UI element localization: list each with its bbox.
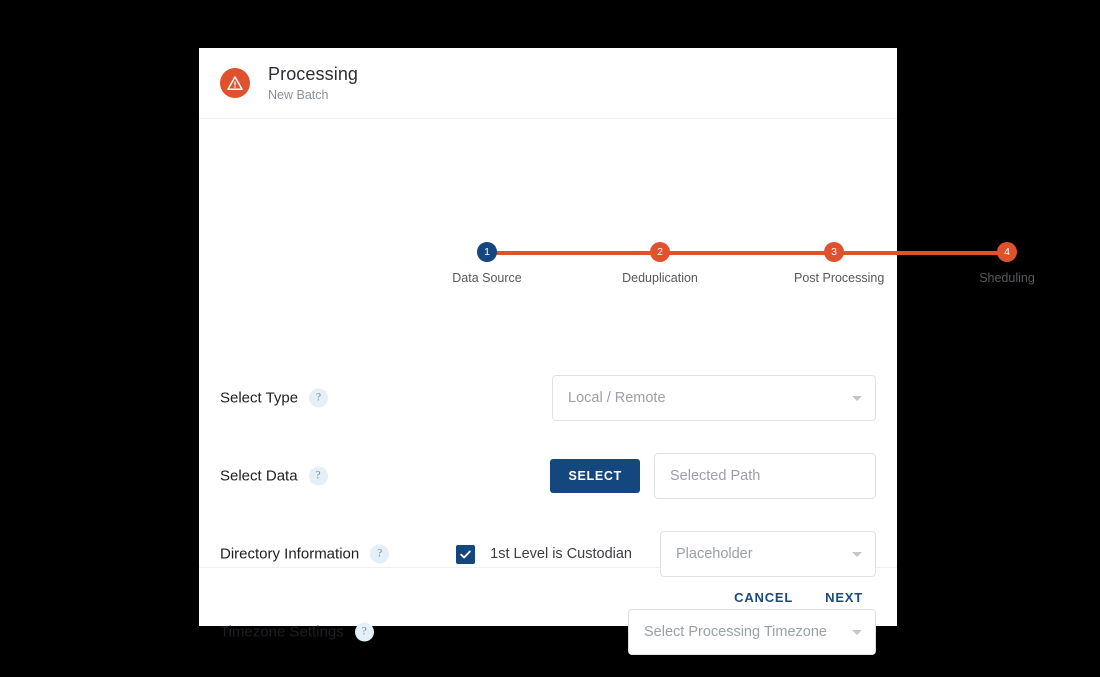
form-row-select-type: Select Type ? Local / Remote [199, 359, 897, 437]
step-number-badge: 3 [824, 242, 844, 262]
select-type-value: Local / Remote [568, 390, 666, 406]
form-row-select-data: Select Data ? SELECT Selected Path [199, 437, 897, 515]
header-text-block: Processing New Batch [268, 63, 358, 104]
help-icon[interactable]: ? [370, 544, 390, 564]
timezone-settings-label-group: Timezone Settings ? [220, 622, 374, 642]
help-icon[interactable]: ? [354, 622, 374, 642]
step-number-badge: 4 [997, 242, 1017, 262]
select-button[interactable]: SELECT [550, 459, 640, 493]
form-row-directory-information: Directory Information ? 1st Level is Cus… [199, 515, 897, 593]
directory-information-label-group: Directory Information ? [220, 544, 390, 564]
step-label: Post Processing [794, 271, 885, 285]
directory-information-value: Placeholder [676, 546, 753, 562]
processing-wizard-card: Processing New Batch 1 Data Source 2 Ded… [199, 48, 1035, 655]
first-level-custodian-checkbox[interactable] [456, 544, 476, 564]
form-row-timezone-settings: Timezone Settings ? Select Processing Ti… [199, 593, 897, 671]
select-data-label: Select Data [220, 467, 298, 485]
page-subtitle: New Batch [268, 87, 329, 102]
stepper-step-3[interactable]: 3 Post Processing [794, 238, 885, 285]
step-number-badge: 2 [650, 242, 670, 262]
stepper-step-2[interactable]: 2 Deduplication [620, 238, 700, 285]
selected-path-input[interactable]: Selected Path [654, 453, 876, 499]
stepper-step-1[interactable]: 1 Data Source [447, 238, 527, 285]
check-icon [460, 550, 471, 558]
select-data-label-group: Select Data ? [220, 466, 328, 486]
select-type-controls: Local / Remote [552, 375, 876, 421]
help-icon[interactable]: ? [308, 466, 328, 486]
card-header: Processing New Batch [199, 48, 897, 119]
stepper-step-4[interactable]: 4 Sheduling [967, 238, 1047, 285]
wizard-stepper: 1 Data Source 2 Deduplication 3 Post Pro… [452, 238, 1035, 298]
select-data-controls: SELECT Selected Path [550, 453, 876, 499]
select-type-label-group: Select Type ? [220, 388, 329, 408]
timezone-settings-controls: Select Processing Timezone [628, 609, 876, 655]
chevron-down-icon [852, 629, 862, 635]
card-body: 1 Data Source 2 Deduplication 3 Post Pro… [199, 119, 1035, 655]
step-label: Sheduling [979, 271, 1035, 285]
select-type-dropdown[interactable]: Local / Remote [552, 375, 876, 421]
selected-path-value: Selected Path [670, 468, 761, 484]
timezone-dropdown[interactable]: Select Processing Timezone [628, 609, 876, 655]
chevron-down-icon [852, 551, 862, 557]
step-number-badge: 1 [477, 242, 497, 262]
directory-information-dropdown[interactable]: Placeholder [660, 531, 876, 577]
warning-triangle-icon [220, 68, 250, 98]
page-title: Processing [268, 63, 359, 84]
chevron-down-icon [852, 395, 862, 401]
stepper-track-line [487, 251, 1014, 255]
help-icon[interactable]: ? [309, 388, 329, 408]
directory-information-label: Directory Information [220, 545, 360, 563]
step-label: Data Source [452, 271, 522, 285]
step-label: Deduplication [622, 271, 698, 285]
wizard-form: Select Type ? Local / Remote Select Data [199, 359, 897, 671]
directory-information-controls: 1st Level is Custodian Placeholder [456, 531, 876, 577]
select-type-label: Select Type [220, 389, 299, 407]
timezone-value: Select Processing Timezone [644, 624, 827, 640]
first-level-custodian-label: 1st Level is Custodian [490, 546, 632, 562]
timezone-settings-label: Timezone Settings [220, 623, 344, 641]
screen-background: Processing New Batch 1 Data Source 2 Ded… [0, 0, 1100, 677]
